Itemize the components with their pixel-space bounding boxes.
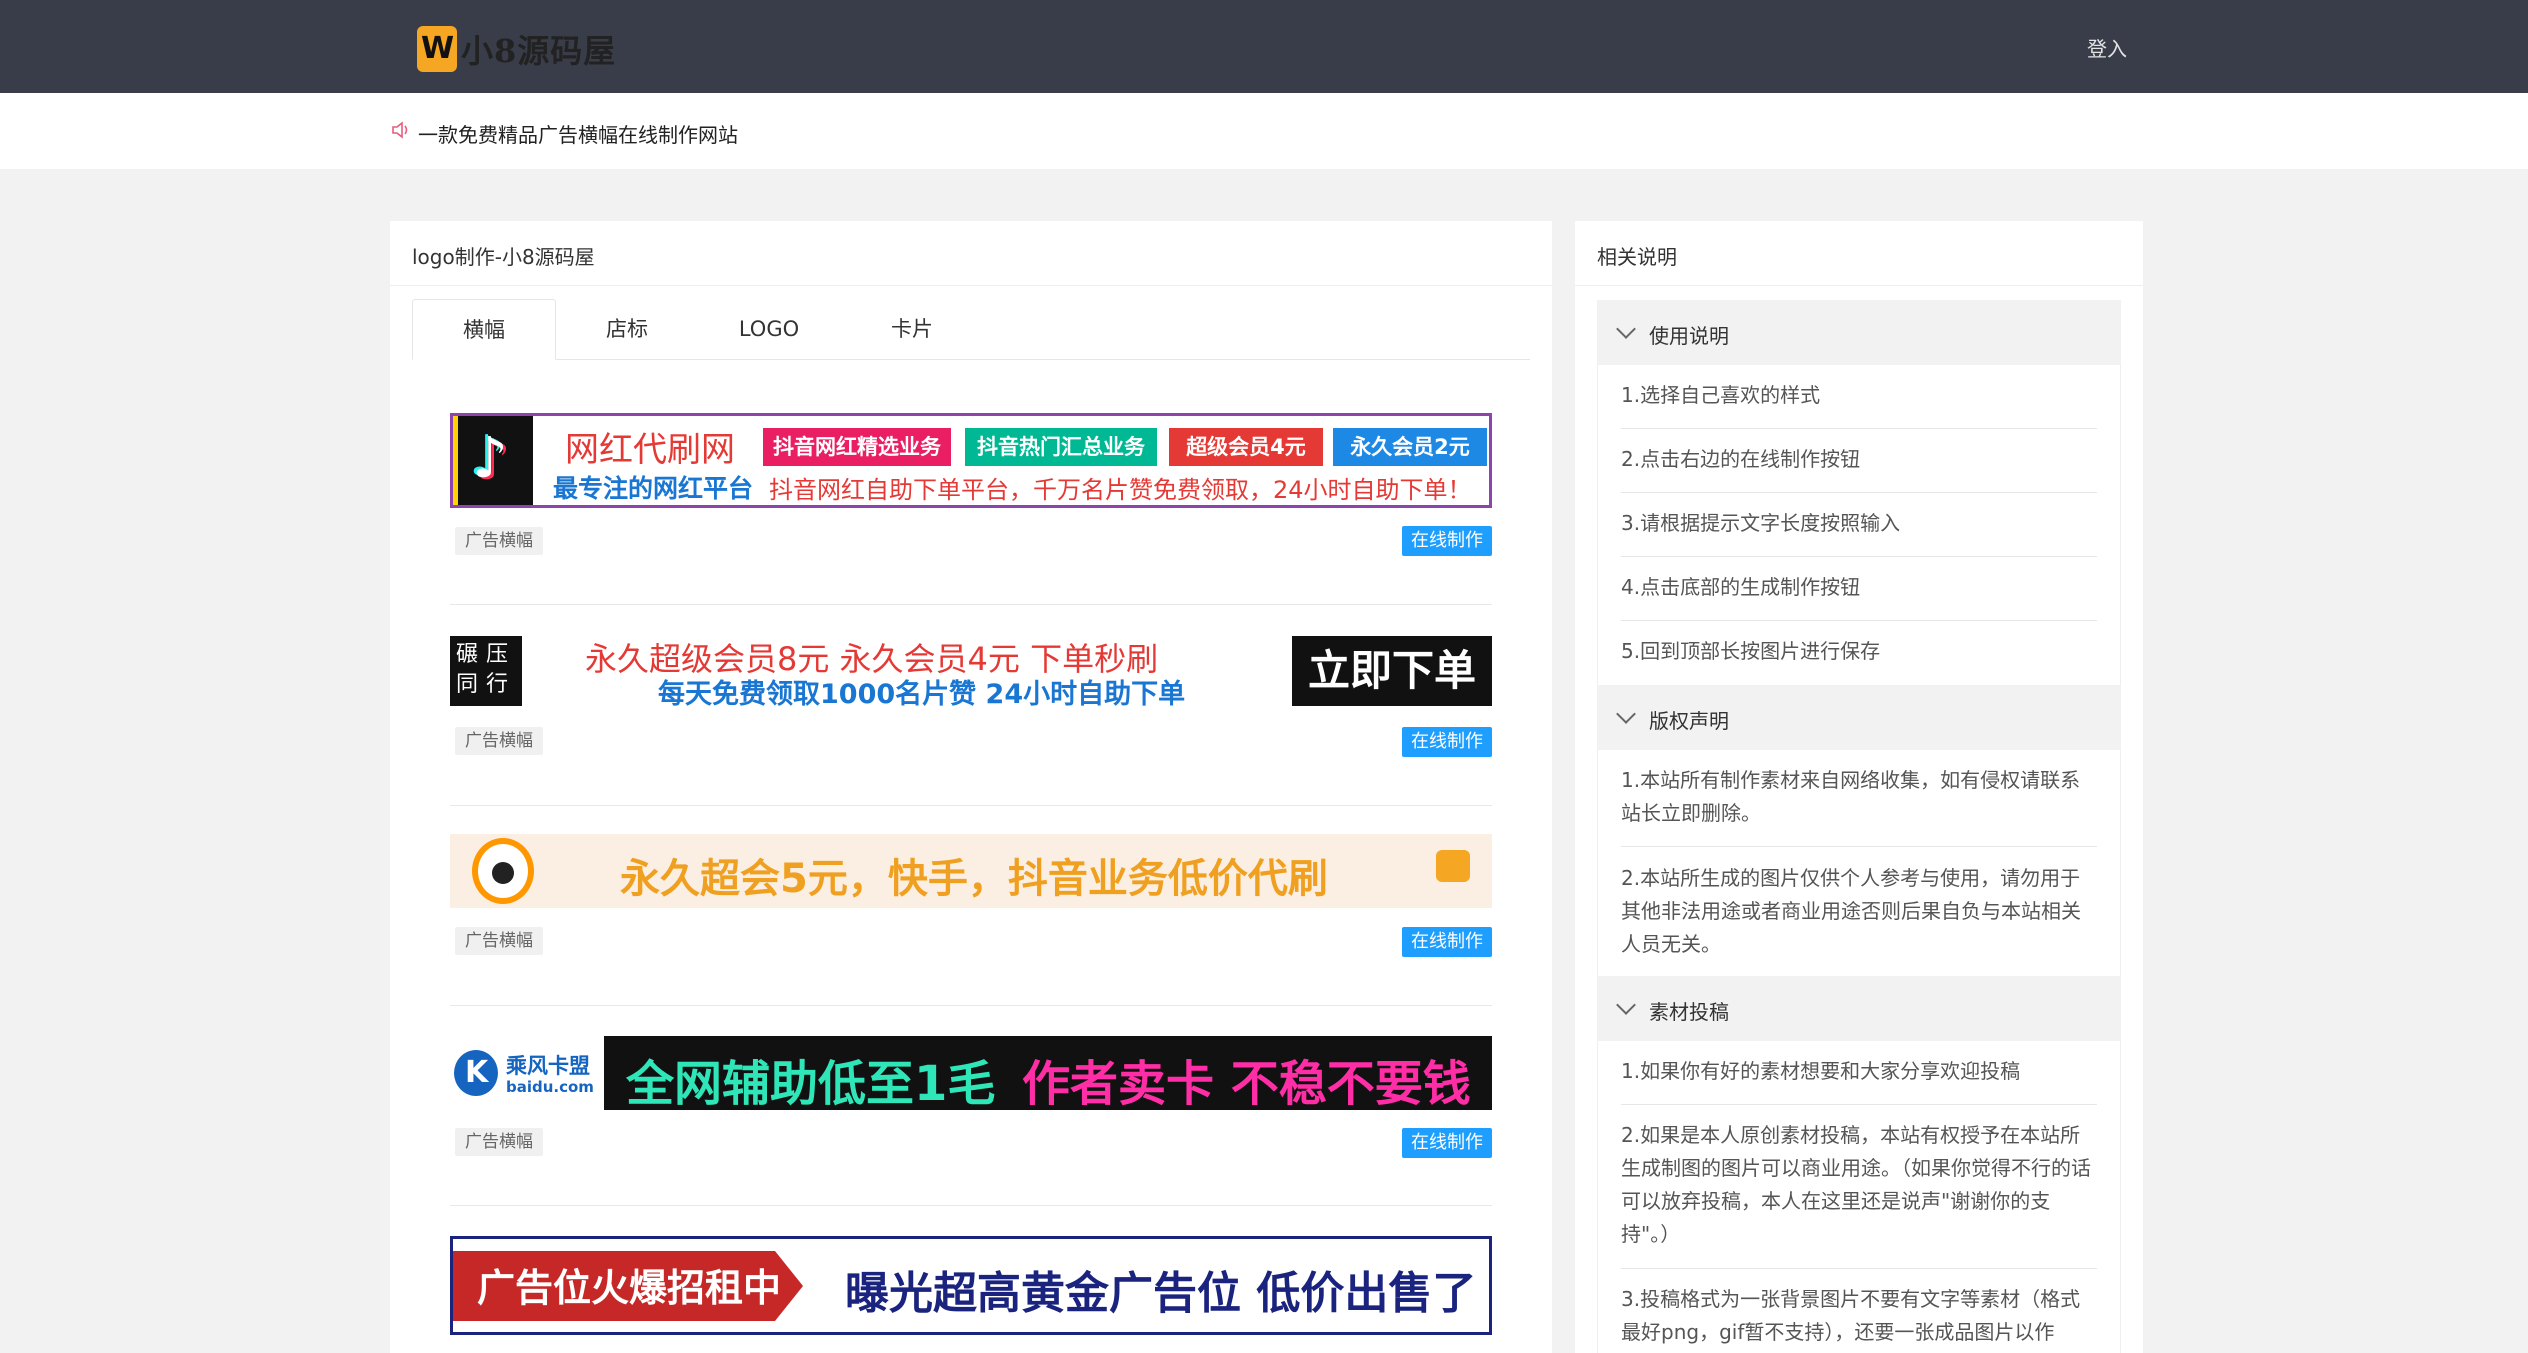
logo-text: 小8源码屋	[461, 32, 617, 70]
list-item: 2.如果是本人原创素材投稿，本站有权授予在本站所生成制图的图片可以商业用途。（如…	[1621, 1123, 2091, 1246]
banner-1-title: 网红代刷网	[565, 430, 735, 470]
divider	[1621, 556, 2097, 557]
chevron-down-icon	[1616, 995, 1636, 1015]
banner-5[interactable]: 广告位火爆招租中 曝光超高黄金广告位 低价出售了	[450, 1236, 1492, 1335]
banner-tag: 广告横幅	[455, 727, 543, 755]
speaker-icon	[392, 121, 408, 139]
banner-4-dark-area: 全网辅助低至1毛 作者卖卡 不稳不要钱	[604, 1036, 1492, 1110]
top-header: 小8源码屋 登入	[0, 0, 2528, 93]
banner-1-chip: 抖音热门汇总业务	[965, 428, 1157, 466]
tab-store-badge[interactable]: 店标	[556, 299, 698, 360]
banner-1-desc: 抖音网红自助下单平台，千万名片赞免费领取，24小时自助下单！	[769, 476, 1472, 504]
tab-logo[interactable]: LOGO	[698, 299, 840, 360]
logo-icon	[417, 26, 457, 72]
banner-2[interactable]: 碾压同行 永久超级会员8元 永久会员4元 下单秒刷 每天免费领取1000名片赞 …	[450, 634, 1492, 708]
list-item: 2.本站所生成的图片仅供个人参考与使用，请勿用于其他非法用途或者商业用途否则后果…	[1621, 866, 2081, 956]
banner-3[interactable]: 永久超会5元，快手，抖音业务低价代刷	[450, 834, 1492, 908]
list-item: 5.回到顶部长按图片进行保存	[1621, 639, 1881, 663]
banner-tag: 广告横幅	[455, 1128, 543, 1156]
divider	[1621, 846, 2097, 847]
banner-2-line2: 每天免费领取1000名片赞 24小时自助下单	[658, 679, 1186, 708]
banner-1-slogan: 最专注的网红平台	[553, 474, 754, 503]
accordion-title: 使用说明	[1649, 324, 1729, 348]
banner-4-part1: 全网辅助低至1毛	[626, 1056, 996, 1110]
banner-3-text: 永久超会5元，快手，抖音业务低价代刷	[620, 856, 1328, 902]
accordion-submission[interactable]: 素材投稿	[1597, 976, 2121, 1041]
banner-5-left-text: 广告位火爆招租中	[477, 1266, 782, 1310]
make-online-button[interactable]: 在线制作	[1402, 727, 1492, 757]
divider	[450, 604, 1492, 605]
brand-k-icon	[454, 1050, 498, 1096]
make-online-button[interactable]: 在线制作	[1402, 526, 1492, 556]
banner-1-chip: 抖音网红精选业务	[763, 428, 951, 466]
banner-1-chip: 超级会员4元	[1169, 428, 1323, 466]
divider	[1621, 1268, 2097, 1269]
main-card: logo制作-小8源码屋	[390, 221, 1552, 1353]
site-logo[interactable]: 小8源码屋	[417, 26, 616, 72]
notice-text: 一款免费精品广告横幅在线制作网站	[418, 123, 738, 147]
accordion-title: 版权声明	[1649, 709, 1729, 733]
accordion-body: 1.本站所有制作素材来自网络收集，如有侵权请联系站长立即删除。 2.本站所生成的…	[1597, 750, 2121, 976]
banner-4-brand-name: 乘风卡盟	[506, 1054, 590, 1078]
accordion-title: 素材投稿	[1649, 1000, 1729, 1024]
divider	[1621, 1104, 2097, 1105]
list-item: 1.选择自己喜欢的样式	[1621, 383, 1821, 407]
divider	[1621, 428, 2097, 429]
accordion-copyright[interactable]: 版权声明	[1597, 685, 2121, 750]
sidebar-title: 相关说明	[1597, 245, 1677, 269]
chevron-down-icon	[1616, 319, 1636, 339]
divider	[1575, 285, 2143, 286]
banner-2-button: 立即下单	[1292, 636, 1492, 706]
divider	[1621, 492, 2097, 493]
list-item: 4.点击底部的生成制作按钮	[1621, 575, 1861, 599]
banner-4-brand: 乘风卡盟 baidu.com	[450, 1036, 604, 1110]
make-online-button[interactable]: 在线制作	[1402, 927, 1492, 957]
banner-4-part2: 作者卖卡 不稳不要钱	[1022, 1056, 1471, 1110]
accordion-usage[interactable]: 使用说明	[1597, 300, 2121, 365]
accordion-body: 1.如果你有好的素材想要和大家分享欢迎投稿 2.如果是本人原创素材投稿，本站有权…	[1597, 1041, 2121, 1353]
divider	[450, 805, 1492, 806]
list-item: 2.点击右边的在线制作按钮	[1621, 447, 1861, 471]
tab-banner[interactable]: 横幅	[412, 299, 556, 360]
chevron-down-icon	[1616, 704, 1636, 724]
banner-2-side-text: 碾压同行	[450, 636, 522, 706]
banner-tag: 广告横幅	[455, 527, 543, 555]
list-item: 1.本站所有制作素材来自网络收集，如有侵权请联系站长立即删除。	[1621, 768, 2081, 825]
main-card-title: logo制作-小8源码屋	[412, 245, 595, 269]
divider	[450, 1205, 1492, 1206]
divider	[390, 285, 1552, 286]
banner-1-chip: 永久会员2元	[1333, 428, 1487, 466]
login-link[interactable]: 登入	[2087, 33, 2127, 62]
banner-4[interactable]: 乘风卡盟 baidu.com 全网辅助低至1毛 作者卖卡 不稳不要钱	[450, 1036, 1492, 1110]
list-item: 3.请根据提示文字长度按照输入	[1621, 511, 1901, 535]
banner-1[interactable]: ♪ 网红代刷网 抖音网红精选业务 抖音热门汇总业务 超级会员4元 永久会员2元 …	[450, 413, 1492, 508]
accordion-body: 1.选择自己喜欢的样式 2.点击右边的在线制作按钮 3.请根据提示文字长度按照输…	[1597, 365, 2121, 685]
tab-card[interactable]: 卡片	[840, 299, 984, 360]
penguin-icon	[472, 838, 534, 904]
tab-bar: 横幅 店标 LOGO 卡片	[412, 299, 1530, 360]
banner-5-right-text: 曝光超高黄金广告位 低价出售了	[845, 1268, 1477, 1319]
thumbs-up-icon	[1436, 850, 1470, 882]
list-item: 1.如果你有好的素材想要和大家分享欢迎投稿	[1621, 1059, 2021, 1083]
make-online-button[interactable]: 在线制作	[1402, 1128, 1492, 1158]
tiktok-icon: ♪	[453, 416, 533, 505]
divider	[1621, 620, 2097, 621]
list-item: 3.投稿格式为一张背景图片不要有文字等素材（格式最好png，gif暂不支持），还…	[1621, 1287, 2081, 1344]
divider	[450, 1005, 1492, 1006]
notice-bar: 一款免费精品广告横幅在线制作网站	[0, 93, 2528, 169]
banner-4-brand-sub: baidu.com	[506, 1078, 594, 1096]
banner-tag: 广告横幅	[455, 927, 543, 955]
